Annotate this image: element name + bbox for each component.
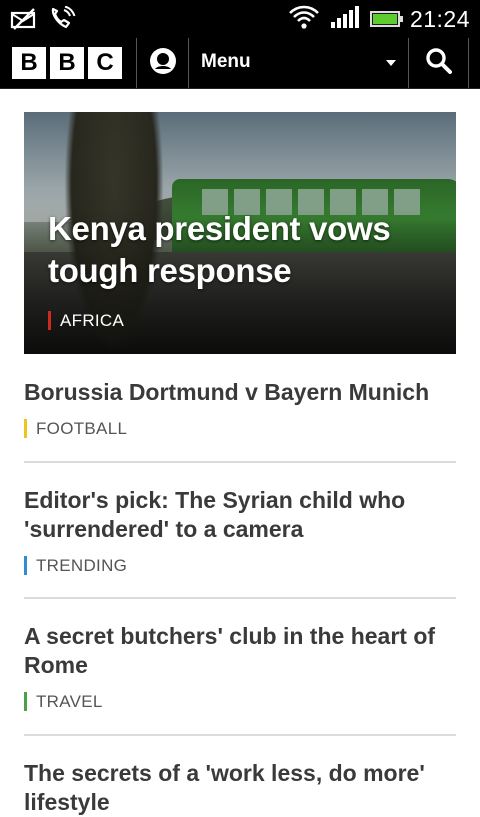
story-section-tag[interactable]: TRAVEL xyxy=(24,692,456,711)
hero-section-tag[interactable]: AFRICA xyxy=(48,311,124,330)
menu-label: Menu xyxy=(201,51,251,72)
divider xyxy=(24,597,456,599)
story-headline[interactable]: The secrets of a 'work less, do more' li… xyxy=(24,759,456,817)
app-header: B B C Menu xyxy=(0,38,480,89)
logo-letter-b2: B xyxy=(50,47,84,79)
story-headline[interactable]: Editor's pick: The Syrian child who 'sur… xyxy=(24,486,456,544)
list-item[interactable]: The secrets of a 'work less, do more' li… xyxy=(24,759,456,817)
phone-icon xyxy=(48,5,76,36)
header-divider xyxy=(188,38,189,88)
search-button[interactable] xyxy=(410,38,468,88)
battery-icon xyxy=(369,11,403,27)
logo-letter-b1: B xyxy=(12,47,46,79)
header-divider xyxy=(468,38,469,88)
hero-headline[interactable]: Kenya president vows tough response xyxy=(48,208,448,292)
divider xyxy=(24,734,456,736)
divider xyxy=(24,461,456,463)
list-item[interactable]: A secret butchers' club in the heart of … xyxy=(24,622,456,711)
status-bar: 21:24 xyxy=(0,0,480,38)
wifi-icon xyxy=(288,4,320,34)
header-divider xyxy=(408,38,409,88)
live-radio-icon xyxy=(148,46,178,80)
story-section-tag[interactable]: FOOTBALL xyxy=(24,419,456,438)
system-status: 21:24 xyxy=(288,4,470,34)
bbc-logo[interactable]: B B C xyxy=(12,47,122,79)
notification-icons xyxy=(10,5,76,36)
story-headline[interactable]: Borussia Dortmund v Bayern Munich xyxy=(24,378,456,407)
list-item[interactable]: Editor's pick: The Syrian child who 'sur… xyxy=(24,486,456,575)
dropdown-caret-icon xyxy=(386,60,396,66)
header-divider xyxy=(136,38,137,88)
search-icon xyxy=(425,47,453,79)
signal-icon xyxy=(330,4,360,34)
envelope-slashed-icon xyxy=(10,8,38,34)
logo-letter-c: C xyxy=(88,47,122,79)
list-item[interactable]: Borussia Dortmund v Bayern Munich FOOTBA… xyxy=(24,378,456,438)
hero-story[interactable]: Kenya president vows tough response AFRI… xyxy=(24,112,456,354)
menu-button[interactable]: Menu xyxy=(190,38,408,88)
live-radio-button[interactable] xyxy=(138,38,188,88)
clock: 21:24 xyxy=(409,5,470,32)
story-headline[interactable]: A secret butchers' club in the heart of … xyxy=(24,622,456,680)
story-section-tag[interactable]: TRENDING xyxy=(24,556,456,575)
